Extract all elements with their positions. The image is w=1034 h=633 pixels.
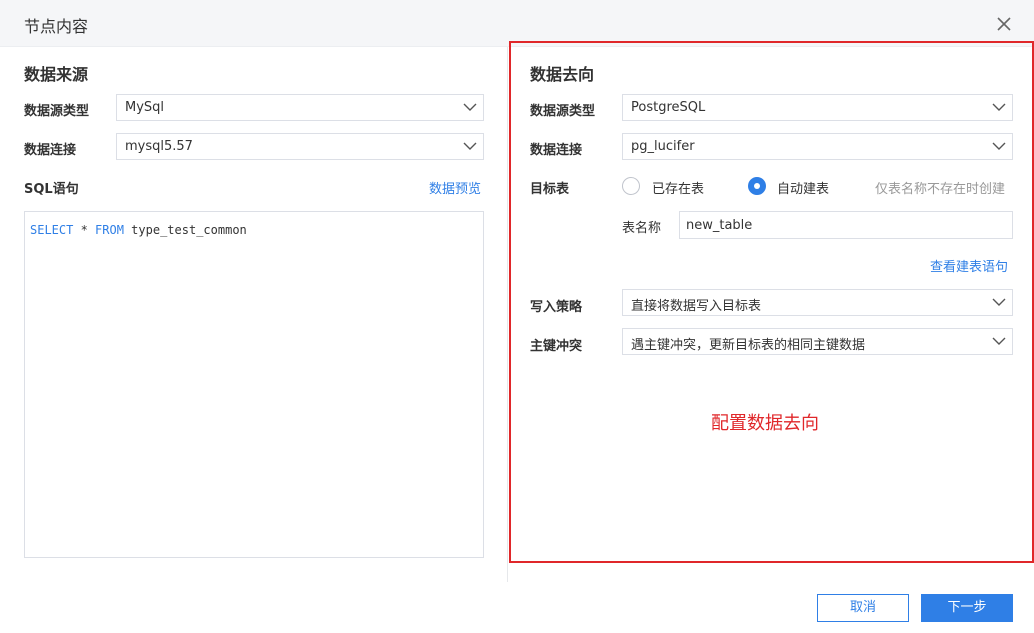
data-preview-link[interactable]: 数据预览: [429, 178, 481, 197]
panel-divider: [507, 47, 508, 582]
cancel-button[interactable]: 取消: [817, 594, 909, 622]
sql-token-table: type_test_common: [123, 223, 247, 237]
target-type-value: PostgreSQL: [631, 100, 706, 115]
target-table-label: 目标表: [530, 182, 570, 197]
source-conn-select[interactable]: mysql5.57: [116, 133, 484, 160]
pk-conflict-value: 遇主键冲突，更新目标表的相同主键数据: [631, 338, 866, 353]
dialog-title: 节点内容: [24, 17, 89, 36]
target-type-label: 数据源类型: [530, 104, 596, 119]
source-type-label: 数据源类型: [24, 104, 90, 119]
table-name-value: new_table: [686, 218, 753, 233]
sql-editor[interactable]: SELECT * FROM type_test_common: [24, 211, 484, 558]
write-strategy-label: 写入策略: [530, 300, 583, 315]
annotation-text: 配置数据去向: [711, 413, 819, 434]
chevron-down-icon: [992, 142, 1006, 150]
radio-auto-create[interactable]: [748, 177, 766, 195]
sql-token-star: *: [73, 223, 96, 237]
close-icon: [997, 17, 1011, 31]
source-type-select[interactable]: MySql: [116, 94, 484, 121]
target-type-select[interactable]: PostgreSQL: [622, 94, 1013, 121]
pk-conflict-select[interactable]: 遇主键冲突，更新目标表的相同主键数据: [622, 328, 1013, 355]
sql-keyword-select: SELECT: [30, 223, 74, 237]
table-name-input[interactable]: new_table: [679, 211, 1013, 239]
radio-existing-label[interactable]: 已存在表: [652, 178, 704, 197]
sql-code-line: SELECT * FROM type_test_common: [30, 223, 247, 237]
auto-create-hint: 仅表名称不存在时创建: [875, 182, 1006, 197]
target-conn-value: pg_lucifer: [631, 139, 695, 154]
view-ddl-link[interactable]: 查看建表语句: [930, 256, 1008, 275]
chevron-down-icon: [992, 298, 1006, 306]
write-strategy-value: 直接将数据写入目标表: [631, 299, 762, 314]
sql-keyword-from: FROM: [95, 223, 124, 237]
target-conn-select[interactable]: pg_lucifer: [622, 133, 1013, 160]
source-type-value: MySql: [125, 100, 165, 115]
chevron-down-icon: [992, 337, 1006, 345]
source-conn-label: 数据连接: [24, 143, 77, 158]
write-strategy-select[interactable]: 直接将数据写入目标表: [622, 289, 1013, 316]
next-step-button[interactable]: 下一步: [921, 594, 1013, 622]
close-button[interactable]: [993, 13, 1015, 35]
pk-conflict-label: 主键冲突: [530, 339, 583, 354]
target-section-title: 数据去向: [530, 65, 595, 84]
chevron-down-icon: [992, 103, 1006, 111]
sql-label: SQL语句: [24, 182, 79, 197]
source-conn-value: mysql5.57: [125, 139, 193, 154]
chevron-down-icon: [463, 142, 477, 150]
radio-existing-table[interactable]: [622, 177, 640, 195]
table-name-label: 表名称: [622, 221, 662, 236]
target-conn-label: 数据连接: [530, 143, 583, 158]
dialog-header: 节点内容: [0, 0, 1034, 47]
source-section-title: 数据来源: [24, 65, 89, 84]
chevron-down-icon: [463, 103, 477, 111]
radio-auto-label[interactable]: 自动建表: [777, 178, 829, 197]
